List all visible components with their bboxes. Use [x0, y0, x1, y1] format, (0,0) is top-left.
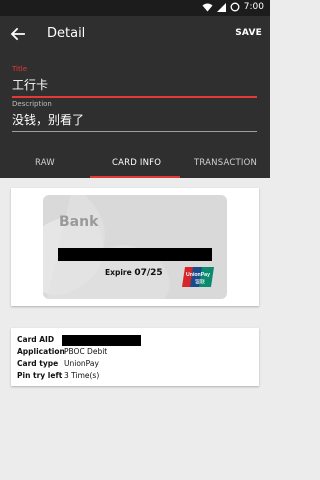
save-button[interactable]: SAVE — [235, 28, 262, 38]
signal-icon — [216, 2, 226, 12]
expire-value: 07/25 — [134, 268, 163, 278]
unionpay-logo-icon: UnionPay 银联 — [182, 267, 214, 287]
back-arrow-icon[interactable] — [8, 24, 28, 44]
tab-bar: RAW CARD INFO TRANSACTION — [0, 144, 270, 178]
tab-transaction[interactable]: TRANSACTION — [194, 158, 257, 168]
bank-card: Bank Expire 07/25 UnionPay 银联 — [43, 195, 227, 299]
detail-form: Title 工行卡 Description 没钱，别看了 — [0, 52, 270, 144]
info-row-card-aid: Card AID — [17, 335, 64, 344]
status-icons: 7:00 — [202, 2, 264, 12]
info-key: Card type — [17, 359, 59, 368]
app-bar: Detail SAVE — [0, 16, 270, 52]
clock: 7:00 — [243, 2, 264, 12]
description-underline — [12, 131, 257, 132]
description-label: Description — [12, 100, 52, 108]
title-field[interactable]: Title 工行卡 — [12, 65, 257, 98]
svg-text:UnionPay: UnionPay — [186, 272, 210, 278]
info-value: UnionPay — [64, 359, 99, 368]
alarm-circle-icon — [230, 2, 240, 12]
redacted-card-number — [58, 248, 212, 261]
info-row-application: ApplicationPBOC Debit — [17, 347, 107, 356]
info-key: Pin try left — [17, 371, 63, 380]
redacted-card-aid — [62, 335, 141, 346]
bank-name: Bank — [59, 214, 99, 230]
title-label: Title — [12, 65, 28, 73]
info-key: Card AID — [17, 335, 55, 344]
info-row-card-type: Card type UnionPay — [17, 359, 99, 368]
wifi-icon — [202, 3, 213, 11]
info-value: 3 Time(s) — [64, 371, 100, 380]
status-bar: 7:00 — [0, 0, 270, 16]
title-underline — [12, 96, 257, 98]
description-input[interactable]: 没钱，别看了 — [12, 111, 257, 128]
tab-raw[interactable]: RAW — [35, 158, 55, 168]
expire-label: Expire — [105, 268, 132, 277]
svg-text:银联: 银联 — [195, 279, 205, 286]
title-input[interactable]: 工行卡 — [12, 76, 257, 93]
info-value: PBOC Debit — [64, 347, 108, 356]
tab-indicator — [90, 176, 180, 178]
page-title: Detail — [47, 26, 86, 41]
description-field[interactable]: Description 没钱，别看了 — [12, 100, 257, 132]
info-row-pin-try: Pin try left 3 Time(s) — [17, 371, 99, 380]
info-key: Application — [17, 347, 65, 356]
expire-text: Expire 07/25 — [105, 268, 163, 278]
tab-card-info[interactable]: CARD INFO — [112, 158, 161, 168]
